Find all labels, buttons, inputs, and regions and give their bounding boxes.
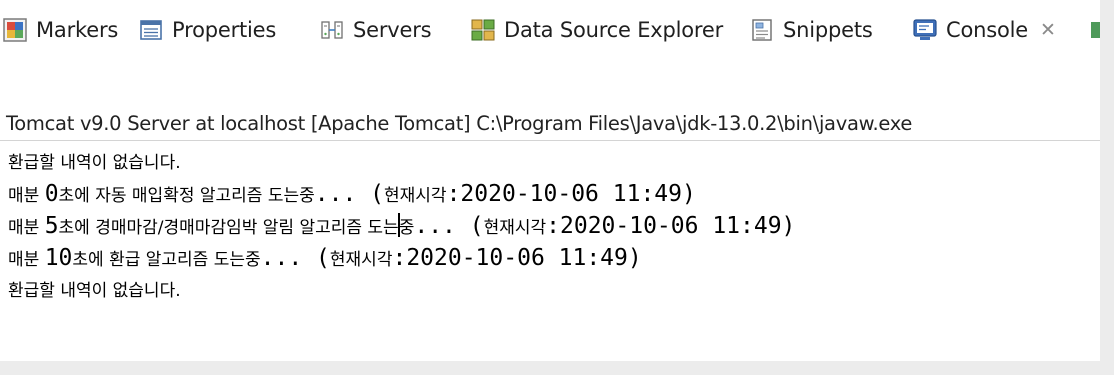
tab-console[interactable]: Console ✕ [912, 10, 1056, 50]
console-line: 매분 10초에 환급 알고리즘 도는중... (현재시각:2020-10-06 … [8, 245, 642, 271]
console-divider [0, 140, 1100, 141]
snippets-icon [749, 17, 775, 43]
tab-servers[interactable]: Servers [319, 10, 432, 50]
properties-icon [138, 17, 164, 43]
overflow-tab-icon[interactable] [1091, 22, 1100, 38]
tab-data-source-explorer[interactable]: Data Source Explorer [470, 10, 723, 50]
tab-label: Snippets [783, 18, 873, 42]
tab-label: Data Source Explorer [504, 18, 724, 42]
console-line: 환급할 내역이 없습니다. [8, 281, 181, 301]
console-view-frame: Markers Properties Servers Data Source E… [0, 0, 1100, 361]
tab-label: Console [946, 18, 1028, 42]
console-line: 매분 0초에 자동 매입확정 알고리즘 도는중... (현재시각:2020-10… [8, 181, 696, 207]
console-line: 환급할 내역이 없습니다. [8, 153, 181, 173]
data-source-explorer-icon [470, 17, 496, 43]
tab-label: Markers [36, 18, 119, 42]
console-line: 매분 5초에 경매마감/경매마감임박 알림 알고리즘 도는중... (현재시각:… [8, 213, 796, 239]
console-icon [912, 17, 938, 43]
markers-icon [2, 17, 28, 43]
close-icon[interactable]: ✕ [1040, 19, 1056, 41]
servers-icon [319, 17, 345, 43]
tab-properties[interactable]: Properties [138, 10, 276, 50]
tab-snippets[interactable]: Snippets [749, 10, 873, 50]
tab-label: Servers [353, 18, 432, 42]
console-process-title: Tomcat v9.0 Server at localhost [Apache … [6, 112, 913, 135]
tab-label: Properties [172, 18, 277, 42]
console-output[interactable]: 환급할 내역이 없습니다. 매분 0초에 자동 매입확정 알고리즘 도는중...… [8, 146, 795, 306]
view-tab-bar: Markers Properties Servers Data Source E… [0, 0, 1100, 58]
tab-markers[interactable]: Markers [2, 10, 118, 50]
